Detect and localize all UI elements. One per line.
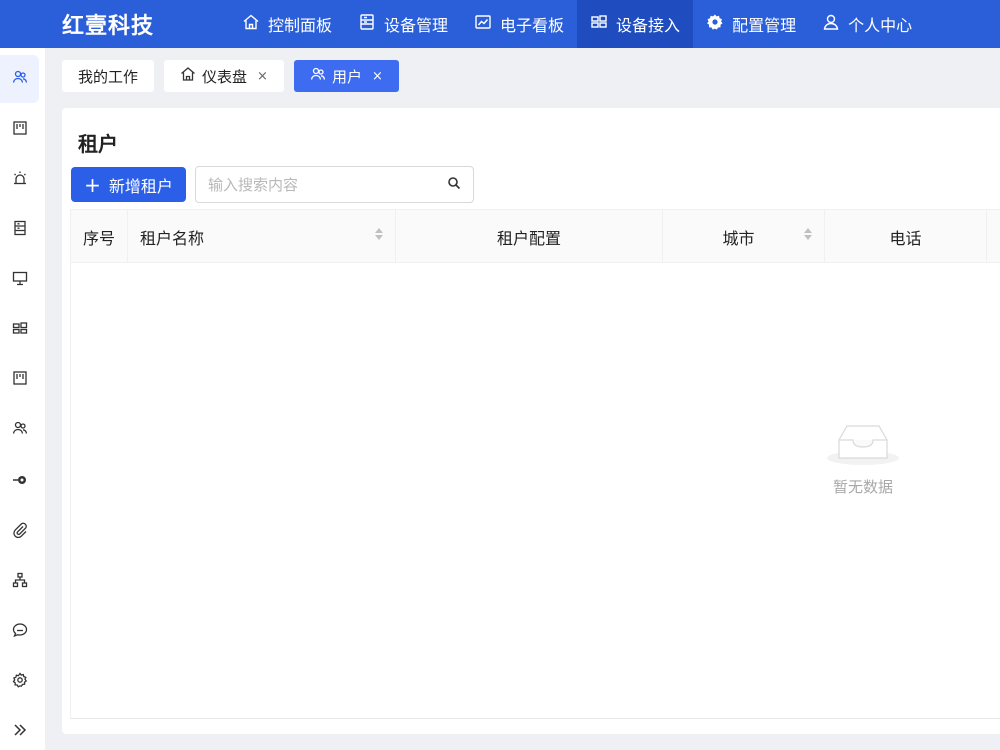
- nav-item-kanban[interactable]: 电子看板: [461, 0, 577, 48]
- tenant-table: 序号 租户名称 租户配置 城市 电话 暂无数据: [70, 209, 1000, 719]
- nav-item-profile[interactable]: 个人中心: [809, 0, 925, 48]
- tenant-panel: 租户 + 新增租户 序号 租户名称 租户配置 城市 电话: [62, 108, 1000, 734]
- nav-item-label: 设备管理: [384, 16, 449, 35]
- sidebar-item-alarm[interactable]: [0, 156, 39, 204]
- empty-state: 暂无数据: [821, 418, 905, 497]
- tab-my-work[interactable]: 我的工作: [62, 60, 155, 92]
- close-icon[interactable]: ×: [372, 69, 383, 84]
- sidebar-item-kanban[interactable]: [0, 106, 39, 154]
- users-icon: [12, 69, 28, 89]
- nav-item-dashboard[interactable]: 控制面板: [229, 0, 345, 48]
- gear-icon: [12, 672, 28, 692]
- main-nav: 控制面板 设备管理 电子看板 设备接入 配置管理 个人中心: [229, 0, 925, 48]
- chevron-double-right-icon: [12, 722, 28, 742]
- column-header-city[interactable]: 城市: [663, 210, 825, 263]
- tab-users[interactable]: 用户 ×: [293, 60, 399, 92]
- tab-label: 我的工作: [78, 67, 139, 86]
- sitemap-icon: [12, 572, 28, 592]
- grid-icon: [590, 13, 608, 35]
- sidebar-item-monitor[interactable]: [0, 256, 39, 304]
- sidebar-item-users-2[interactable]: [0, 406, 39, 454]
- sidebar: [0, 48, 45, 750]
- column-label: 租户配置: [496, 228, 561, 248]
- nav-item-label: 设备接入: [616, 16, 681, 35]
- nav-item-label: 控制面板: [268, 16, 333, 35]
- nav-item-device-access[interactable]: 设备接入: [577, 0, 694, 48]
- empty-inbox-icon: [821, 418, 905, 468]
- column-header-tenant-config: 租户配置: [396, 210, 663, 263]
- empty-state-text: 暂无数据: [832, 478, 893, 496]
- sort-icon[interactable]: [375, 228, 383, 240]
- home-icon: [242, 13, 260, 35]
- gear-icon: [706, 13, 724, 35]
- key-icon: [12, 472, 28, 492]
- nav-item-config[interactable]: 配置管理: [693, 0, 809, 48]
- nav-item-label: 配置管理: [732, 16, 797, 35]
- sidebar-item-keys[interactable]: [0, 458, 39, 506]
- nav-item-label: 电子看板: [500, 16, 565, 35]
- sidebar-item-settings[interactable]: [0, 658, 39, 706]
- grid-icon: [12, 320, 28, 340]
- column-header-tenant-name[interactable]: 租户名称: [128, 210, 396, 263]
- column-label: 城市: [722, 228, 755, 248]
- chat-icon: [12, 622, 28, 642]
- sidebar-item-messages[interactable]: [0, 608, 39, 656]
- tab-label: 用户: [331, 67, 362, 86]
- sidebar-item-devices[interactable]: [0, 306, 39, 354]
- plus-icon: +: [84, 172, 101, 197]
- sidebar-item-organization[interactable]: [0, 558, 39, 606]
- top-navigation-bar: 红壹科技 控制面板 设备管理 电子看板 设备接入 配置管理 个人中心: [0, 0, 1000, 48]
- page-tabs: 我的工作 仪表盘 × 用户 ×: [62, 60, 399, 92]
- chart-icon: [474, 13, 492, 35]
- kanban-icon: [12, 120, 28, 140]
- column-label: 电话: [889, 228, 922, 248]
- brand-logo[interactable]: 红壹科技: [0, 8, 190, 40]
- search-box: [195, 166, 474, 203]
- sort-icon[interactable]: [804, 228, 812, 240]
- add-tenant-button[interactable]: + 新增租户: [71, 167, 186, 202]
- page-title: 租户: [78, 132, 118, 156]
- sidebar-item-server[interactable]: [0, 206, 39, 254]
- search-icon[interactable]: [447, 175, 461, 194]
- sidebar-collapse-toggle[interactable]: [0, 708, 39, 750]
- sidebar-item-kanban-2[interactable]: [0, 356, 39, 404]
- sidebar-item-users[interactable]: [0, 55, 39, 103]
- nav-item-device-management[interactable]: 设备管理: [345, 0, 461, 48]
- tab-label: 仪表盘: [202, 67, 248, 86]
- users-icon: [310, 66, 326, 86]
- search-input[interactable]: [208, 175, 447, 194]
- tab-dashboard[interactable]: 仪表盘 ×: [164, 60, 284, 92]
- users-icon: [12, 420, 28, 440]
- home-icon: [180, 66, 196, 86]
- server-icon: [12, 220, 28, 240]
- close-icon[interactable]: ×: [257, 69, 268, 84]
- monitor-icon: [12, 270, 28, 290]
- user-icon: [822, 13, 840, 35]
- table-header: 序号 租户名称 租户配置 城市 电话: [71, 210, 1000, 263]
- sidebar-item-attachments[interactable]: [0, 508, 39, 556]
- kanban-icon: [12, 370, 28, 390]
- nav-item-label: 个人中心: [848, 16, 913, 35]
- column-label: 序号: [83, 228, 116, 248]
- server-icon: [358, 13, 376, 35]
- column-label: 租户名称: [140, 228, 205, 248]
- column-header-index: 序号: [71, 210, 128, 263]
- alarm-icon: [12, 170, 28, 190]
- column-header-phone: 电话: [825, 210, 987, 263]
- add-tenant-label: 新增租户: [108, 176, 173, 196]
- paperclip-icon: [12, 522, 28, 542]
